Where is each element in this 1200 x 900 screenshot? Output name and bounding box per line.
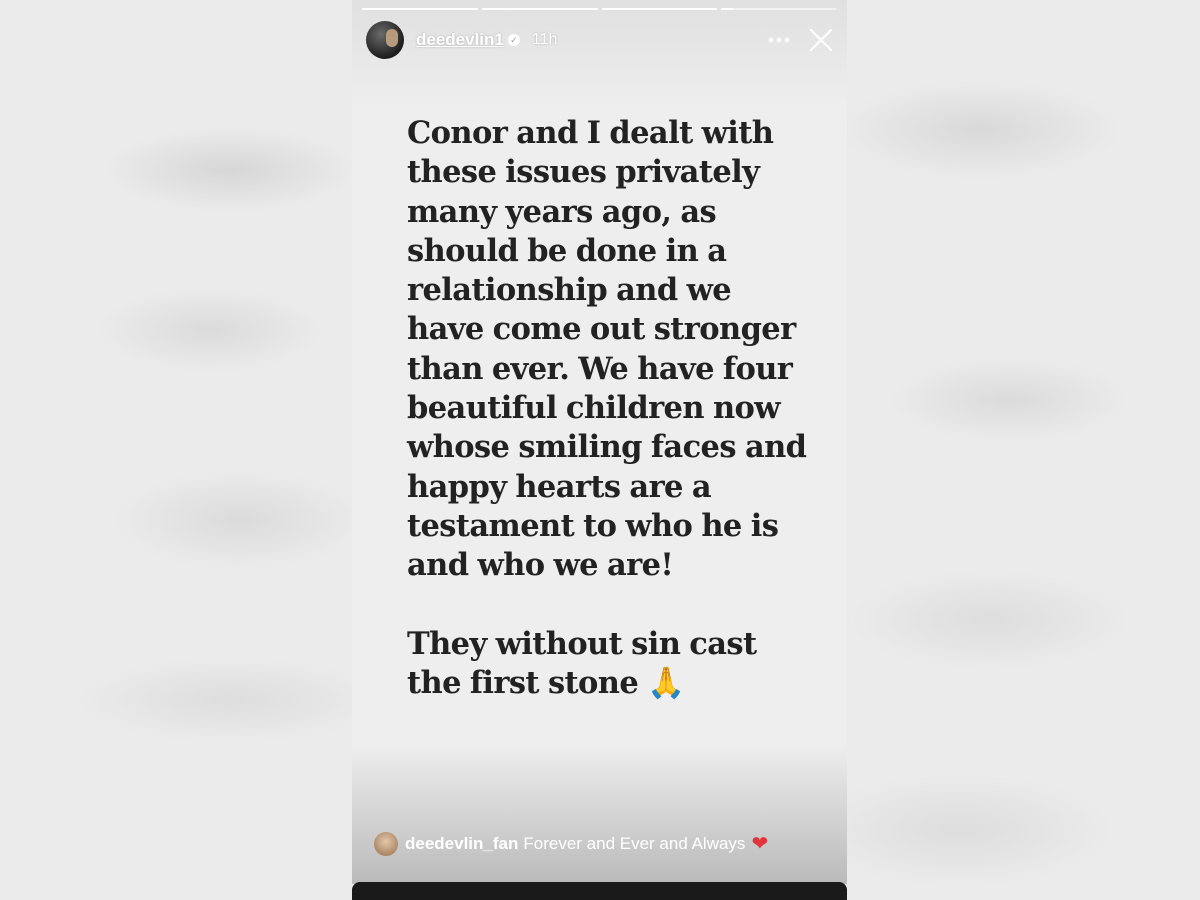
story-viewer[interactable]: deedevlin1 ✓ 11h Conor and I dealt with …	[352, 0, 847, 900]
progress-segment	[721, 8, 837, 10]
progress-fill	[721, 8, 733, 10]
close-icon	[809, 28, 833, 52]
progress-segment	[601, 8, 718, 10]
mention-message: Forever and Ever and Always	[523, 834, 746, 853]
username-link[interactable]: deedevlin1	[416, 30, 504, 50]
progress-fill	[362, 8, 478, 10]
story-progress-bar	[362, 8, 837, 10]
bottom-strip	[352, 882, 847, 900]
mention-reply-bar[interactable]: deedevlin_fan Forever and Ever and Alway…	[374, 832, 768, 856]
more-options-button[interactable]	[763, 24, 795, 56]
mention-avatar[interactable]	[374, 832, 398, 856]
story-text-paragraph-1: Conor and I dealt with these issues priv…	[407, 115, 807, 584]
progress-fill	[601, 8, 718, 10]
verified-badge-icon: ✓	[507, 34, 520, 46]
mention-username[interactable]: deedevlin_fan	[405, 834, 518, 854]
close-button[interactable]	[805, 24, 837, 56]
progress-segment	[481, 8, 598, 10]
story-header: deedevlin1 ✓ 11h	[366, 20, 837, 60]
progress-fill	[481, 8, 598, 10]
heart-emoji-icon: ❤	[751, 833, 769, 855]
story-text-paragraph-2: They without sin cast the first stone 🙏	[407, 626, 757, 702]
bottom-fade	[352, 744, 847, 884]
avatar[interactable]	[366, 21, 404, 59]
progress-segment	[362, 8, 478, 10]
post-time: 11h	[531, 31, 558, 48]
more-horizontal-icon	[768, 37, 790, 43]
